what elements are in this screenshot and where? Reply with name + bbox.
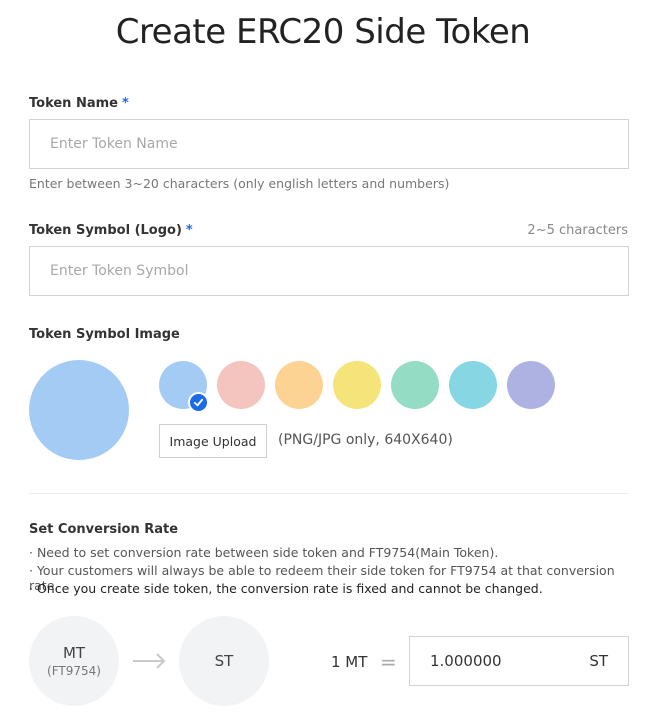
token-symbol-label: Token Symbol (Logo) *: [29, 223, 193, 238]
main-token-id: (FT9754): [47, 664, 101, 678]
main-token-symbol: MT: [62, 644, 86, 662]
main-token-circle: MT (FT9754): [29, 616, 119, 706]
color-swatch[interactable]: [507, 361, 555, 409]
token-name-label-text: Token Name: [29, 96, 118, 111]
token-name-helper: Enter between 3~20 characters (only engl…: [29, 176, 450, 191]
required-mark: *: [185, 223, 193, 238]
color-swatch[interactable]: [275, 361, 323, 409]
conversion-rate-label: Set Conversion Rate: [29, 522, 179, 537]
symbol-image-preview: [29, 360, 129, 460]
page-title: Create ERC20 Side Token: [115, 12, 531, 52]
token-symbol-label-text: Token Symbol (Logo): [29, 223, 182, 238]
image-upload-button[interactable]: Image Upload: [159, 424, 267, 458]
checkmark-icon: [188, 392, 209, 413]
section-divider: [29, 493, 629, 494]
conversion-note-warning: · Once you create side token, the conver…: [29, 581, 543, 596]
conversion-rate-input[interactable]: 1.000000 ST: [409, 636, 629, 686]
token-symbol-image-label: Token Symbol Image: [29, 327, 180, 342]
arrow-right-icon: [133, 653, 166, 669]
color-swatch[interactable]: [217, 361, 265, 409]
token-symbol-char-hint: 2~5 characters: [527, 223, 628, 238]
token-symbol-input[interactable]: [29, 246, 629, 296]
upload-format-note: (PNG/JPG only, 640X640): [278, 432, 453, 448]
equals-sign: =: [380, 650, 397, 674]
color-swatch[interactable]: [391, 361, 439, 409]
token-name-label: Token Name *: [29, 96, 129, 111]
side-token-symbol: ST: [214, 652, 234, 670]
conversion-note: · Need to set conversion rate between si…: [29, 545, 499, 560]
rate-left-expression: 1 MT: [331, 653, 368, 671]
side-token-circle: ST: [179, 616, 269, 706]
conversion-rate-value[interactable]: 1.000000: [430, 652, 502, 670]
color-swatch[interactable]: [159, 361, 209, 413]
token-name-input[interactable]: [29, 119, 629, 169]
color-swatch[interactable]: [449, 361, 497, 409]
conversion-rate-unit: ST: [589, 652, 608, 670]
required-mark: *: [121, 96, 129, 111]
color-swatch[interactable]: [333, 361, 381, 409]
